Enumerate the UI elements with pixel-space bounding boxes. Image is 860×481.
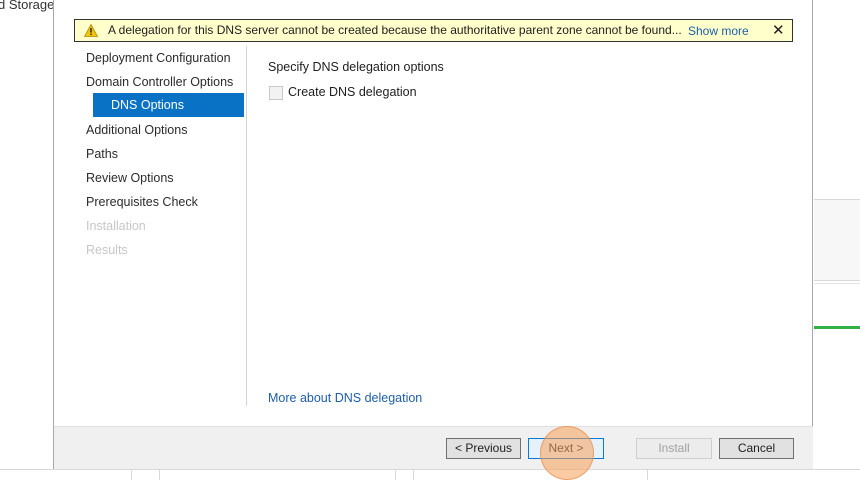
more-about-dns-delegation-link[interactable]: More about DNS delegation [268, 391, 422, 405]
nav-item-additional-options[interactable]: Additional Options [86, 118, 187, 142]
next-button[interactable]: Next > [528, 438, 604, 459]
background-panel-row [814, 283, 860, 324]
nav-item-deployment-configuration[interactable]: Deployment Configuration [86, 46, 231, 70]
background-status-bar [814, 326, 860, 329]
previous-button[interactable]: < Previous [446, 438, 521, 459]
background-panel [814, 199, 860, 281]
background-bottom-strip [0, 469, 860, 481]
create-dns-delegation-checkbox[interactable] [269, 86, 283, 100]
nav-item-results: Results [86, 243, 128, 257]
background-divider [395, 469, 396, 480]
background-divider [131, 469, 132, 480]
nav-item-installation: Installation [86, 219, 146, 233]
nav-item-prerequisites-check[interactable]: Prerequisites Check [86, 190, 198, 214]
warning-icon [84, 24, 98, 37]
background-divider [413, 469, 414, 480]
nav-item-paths[interactable]: Paths [86, 142, 118, 166]
close-icon[interactable]: ✕ [772, 21, 785, 39]
nav-divider [246, 46, 247, 406]
ad-ds-configuration-wizard: A delegation for this DNS server cannot … [53, 0, 813, 469]
install-button: Install [636, 438, 712, 459]
cancel-button[interactable]: Cancel [719, 438, 794, 459]
background-divider [647, 469, 648, 480]
show-more-link[interactable]: Show more [688, 24, 749, 38]
page-heading: Specify DNS delegation options [268, 60, 444, 74]
warning-bar: A delegation for this DNS server cannot … [74, 19, 793, 42]
nav-item-dns-options[interactable]: DNS Options [93, 93, 244, 117]
background-window-title: d Storage [0, 0, 55, 12]
nav-item-review-options[interactable]: Review Options [86, 166, 174, 190]
nav-item-domain-controller-options[interactable]: Domain Controller Options [86, 70, 233, 94]
background-divider [159, 469, 160, 480]
create-dns-delegation-label[interactable]: Create DNS delegation [288, 85, 417, 99]
warning-message: A delegation for this DNS server cannot … [108, 23, 682, 37]
wizard-footer: < Previous Next > Install Cancel [54, 426, 813, 469]
